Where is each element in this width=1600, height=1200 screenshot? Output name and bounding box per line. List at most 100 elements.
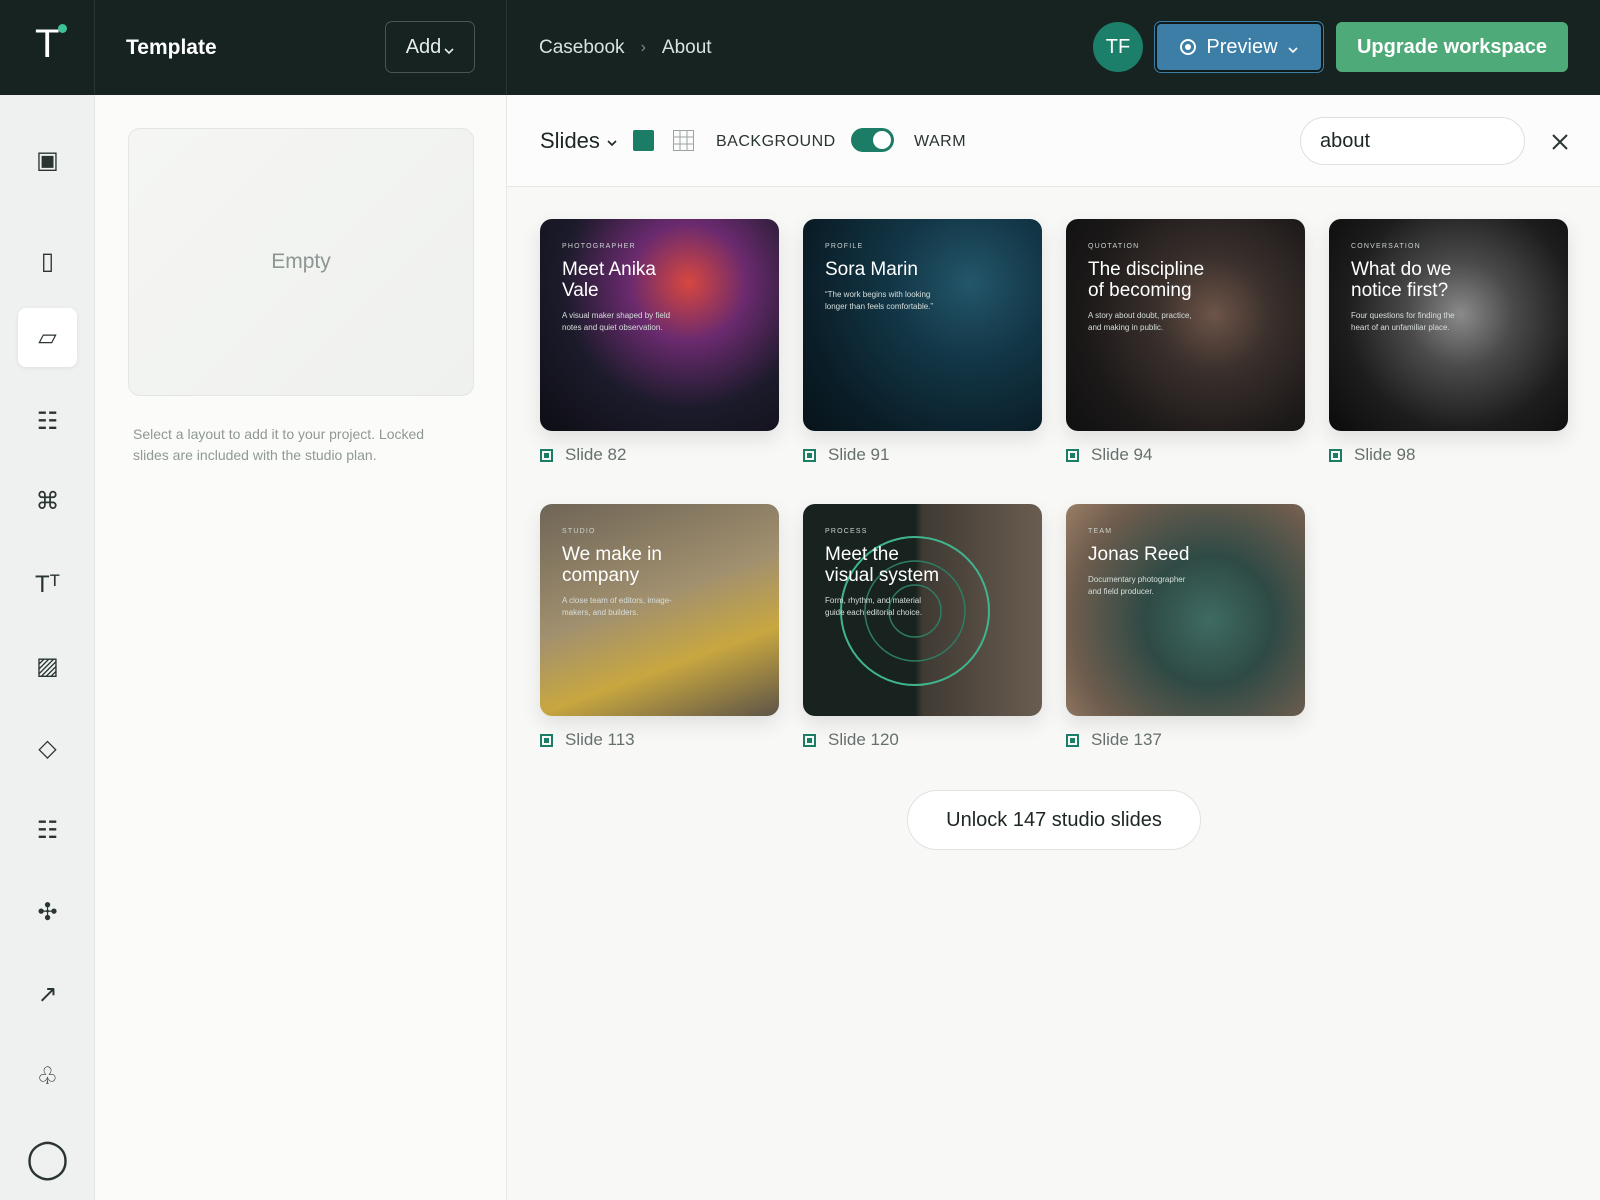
- breadcrumb-about[interactable]: About: [662, 37, 712, 59]
- breadcrumb-casebook[interactable]: Casebook: [539, 37, 625, 59]
- slide-thumbnail[interactable]: PROFILE Sora Marin “The work begins with l…: [803, 219, 1042, 431]
- slides-browser: Slides BACKGROUND WARM PHOTOGRAPHER Meet …: [507, 95, 1600, 1200]
- slide-text: TEAM Jonas Reed Documentary photographer a…: [1088, 528, 1208, 598]
- slide-thumbnail[interactable]: CONVERSATION What do we notice first? Four…: [1329, 219, 1568, 431]
- slide-label-row: Slide 120: [803, 730, 1042, 750]
- slide-thumbnail[interactable]: QUOTATION The discipline of becoming A sto…: [1066, 219, 1305, 431]
- slide-icon: [540, 448, 553, 462]
- column-icon[interactable]: ▯: [18, 232, 77, 291]
- slide-blurb: “The work begins with looking longer tha…: [825, 290, 934, 311]
- slide-icon: [540, 733, 553, 747]
- slide-card[interactable]: CONVERSATION What do we notice first? Four…: [1329, 219, 1568, 465]
- chevron-down-icon: [607, 140, 617, 147]
- slide-number: Slide 82: [565, 445, 627, 464]
- logo-letter: T: [35, 22, 60, 66]
- add-button[interactable]: Add: [385, 21, 475, 73]
- slide-headline: The discipline of becoming: [1088, 259, 1205, 301]
- slide-icon: [1066, 733, 1079, 747]
- pattern-icon[interactable]: ▨: [18, 637, 77, 696]
- panel-note: Select a layout to add it to your projec…: [133, 426, 425, 463]
- toggle-knob: [873, 131, 891, 149]
- slide-number: Slide 120: [828, 730, 899, 749]
- slide-number: Slide 113: [565, 730, 635, 749]
- logo[interactable]: T: [0, 0, 95, 95]
- slide-thumbnail[interactable]: PROCESS Meet the visual system Form, rhyth…: [803, 504, 1042, 716]
- slide-headline: Jonas Reed: [1088, 544, 1190, 565]
- layout-panel: Empty Select a layout to add it to your …: [95, 95, 507, 1200]
- slide-card[interactable]: PROFILE Sora Marin “The work begins with l…: [803, 219, 1042, 465]
- slide-number: Slide 91: [828, 445, 890, 464]
- arrow-icon[interactable]: ↗: [18, 965, 77, 1024]
- tool-rail: ▣ ▯ ▱ ☷ ⌘ Tᵀ ▨ ◇ ☷ ✣ ↗ ♧ ◯: [0, 95, 95, 1200]
- avatar[interactable]: TF: [1093, 22, 1143, 72]
- slide-number: Slide 98: [1354, 445, 1416, 464]
- diamond-icon[interactable]: ◇: [18, 719, 77, 778]
- slide-card[interactable]: PHOTOGRAPHER Meet Anika Vale A visual make…: [540, 219, 779, 465]
- slide-blurb: Documentary photographer and field produ…: [1088, 575, 1186, 596]
- empty-label: Empty: [271, 250, 331, 273]
- slide-label-row: Slide 113: [540, 730, 779, 750]
- slide-headline: Meet Anika Vale: [562, 259, 656, 301]
- warm-toggle[interactable]: [851, 128, 894, 152]
- slide-text: QUOTATION The discipline of becoming A sto…: [1088, 243, 1208, 334]
- slide-label-row: Slide 91: [803, 445, 1042, 465]
- unlock-studio-slides-button[interactable]: Unlock 147 studio slides: [907, 790, 1201, 850]
- slide-kicker: STUDIO: [562, 528, 596, 535]
- template-title: Template: [126, 36, 217, 59]
- slide-kicker: TEAM: [1088, 528, 1113, 535]
- background-label: BACKGROUND: [716, 133, 836, 150]
- slide-text: PHOTOGRAPHER Meet Anika Vale A visual make…: [562, 243, 682, 334]
- add-label: Add: [405, 35, 442, 58]
- preview-button[interactable]: Preview: [1155, 22, 1323, 72]
- slide-kicker: QUOTATION: [1088, 243, 1140, 250]
- slide-card[interactable]: PROCESS Meet the visual system Form, rhyth…: [803, 504, 1042, 750]
- slide-blurb: A visual maker shaped by field notes and…: [562, 311, 671, 332]
- command-icon[interactable]: ⌘: [18, 472, 77, 531]
- close-icon[interactable]: [1547, 129, 1573, 155]
- chevron-down-icon: [1287, 47, 1298, 54]
- slide-card[interactable]: TEAM Jonas Reed Documentary photographer a…: [1066, 504, 1305, 750]
- slide-card[interactable]: STUDIO We make in company A close team of …: [540, 504, 779, 750]
- top-bar: T Template Add Casebook › About TF Previ…: [0, 0, 1600, 95]
- slide-number: Slide 94: [1091, 445, 1153, 464]
- slide-label-row: Slide 94: [1066, 445, 1305, 465]
- club-icon[interactable]: ♧: [18, 1047, 77, 1106]
- slide-headline: Meet the visual system: [825, 544, 940, 586]
- slide-thumbnail[interactable]: PHOTOGRAPHER Meet Anika Vale A visual make…: [540, 219, 779, 431]
- slide-thumbnail[interactable]: TEAM Jonas Reed Documentary photographer a…: [1066, 504, 1305, 716]
- slide-blurb: Four questions for finding the heart of …: [1351, 311, 1455, 332]
- slides-dropdown[interactable]: Slides: [540, 128, 617, 154]
- slide-icon: [803, 448, 816, 462]
- slide-icon: [1329, 448, 1342, 462]
- nodes-icon[interactable]: ✣: [18, 883, 77, 942]
- slide-kicker: PHOTOGRAPHER: [562, 243, 636, 250]
- search-input[interactable]: [1300, 117, 1525, 165]
- slide-label-row: Slide 137: [1066, 730, 1305, 750]
- slide-blurb: Form, rhythm, and material guide each ed…: [825, 596, 922, 617]
- record-icon: [1180, 39, 1197, 55]
- empty-slot[interactable]: Empty: [128, 128, 474, 396]
- upgrade-workspace-button[interactable]: Upgrade workspace: [1336, 22, 1568, 72]
- slide-headline: We make in company: [562, 544, 662, 586]
- slide-blurb: A close team of editors, image-makers, a…: [562, 596, 672, 617]
- slide-card[interactable]: QUOTATION The discipline of becoming A sto…: [1066, 219, 1305, 465]
- slide-text: CONVERSATION What do we notice first? Four…: [1351, 243, 1471, 334]
- slide-text: PROFILE Sora Marin “The work begins with l…: [825, 243, 945, 313]
- slide-text: STUDIO We make in company A close team of …: [562, 528, 682, 619]
- slide-icon: [1066, 448, 1079, 462]
- slide-headline: Sora Marin: [825, 259, 918, 280]
- frame-icon[interactable]: ▣: [18, 131, 77, 190]
- slide-label-row: Slide 82: [540, 445, 779, 465]
- list-alt-icon[interactable]: ☷: [18, 801, 77, 860]
- grid-icon[interactable]: [673, 130, 694, 151]
- slide-headline: What do we notice first?: [1351, 259, 1452, 301]
- text-size-icon[interactable]: Tᵀ: [18, 555, 77, 614]
- slide-thumbnail[interactable]: STUDIO We make in company A close team of …: [540, 504, 779, 716]
- breadcrumb-separator: ›: [640, 39, 646, 56]
- list-icon[interactable]: ☷: [18, 392, 77, 451]
- circle-icon[interactable]: ◯: [18, 1129, 77, 1188]
- slide-blurb: A story about doubt, practice, and makin…: [1088, 311, 1192, 332]
- parallelogram-icon[interactable]: ▱: [18, 308, 77, 367]
- solid-view-swatch[interactable]: [633, 130, 654, 151]
- slide-label-row: Slide 98: [1329, 445, 1568, 465]
